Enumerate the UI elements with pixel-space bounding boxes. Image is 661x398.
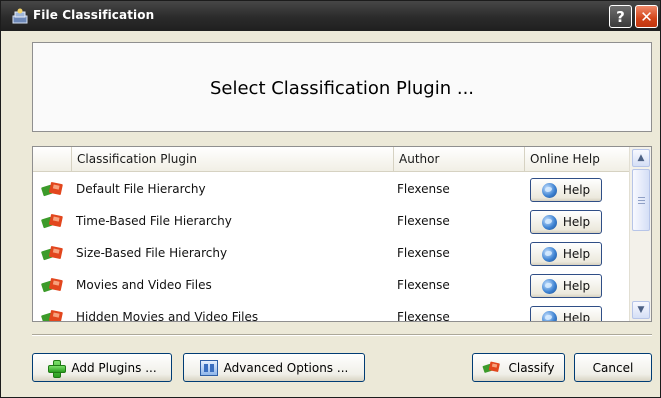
classify-button[interactable]: Classify <box>472 353 565 382</box>
globe-icon <box>541 182 557 198</box>
plugin-name: Hidden Movies and Video Files <box>76 310 259 322</box>
list-item[interactable]: Default File Hierarchy Flexense Help <box>33 174 629 206</box>
help-button[interactable]: Help <box>530 178 602 202</box>
grip-icon <box>637 196 645 204</box>
plugin-icon <box>41 310 63 321</box>
plugin-author: Flexense <box>397 278 450 292</box>
close-button[interactable]: ✕ <box>635 5 658 28</box>
plugin-name: Time-Based File Hierarchy <box>76 214 232 228</box>
add-plugins-label: Add Plugins ... <box>71 360 157 375</box>
plugin-icon <box>41 246 63 261</box>
plugin-author: Flexense <box>397 214 450 228</box>
help-button-label: Help <box>562 311 591 322</box>
plugin-author: Flexense <box>397 182 450 196</box>
plugin-icon <box>41 214 63 229</box>
column-header-author[interactable]: Author <box>393 147 524 172</box>
column-header-plugin[interactable]: Classification Plugin <box>71 147 393 172</box>
scroll-thumb[interactable] <box>632 169 650 231</box>
list-item[interactable]: Hidden Movies and Video Files Flexense H… <box>33 302 629 322</box>
list-item[interactable]: Size-Based File Hierarchy Flexense Help <box>33 238 629 270</box>
plugin-author: Flexense <box>397 246 450 260</box>
help-button[interactable]: Help <box>530 242 602 266</box>
globe-icon <box>541 214 557 230</box>
help-button-label: Help <box>562 183 591 197</box>
chevron-up-icon: ▲ <box>637 153 645 163</box>
globe-icon <box>541 246 557 262</box>
plus-icon <box>47 359 67 378</box>
chevron-down-icon: ▼ <box>637 305 645 315</box>
help-title-button[interactable]: ? <box>609 5 632 28</box>
title-bar[interactable]: File Classification ? ✕ <box>1 1 660 31</box>
header-panel: Select Classification Plugin ... <box>32 42 652 132</box>
options-icon <box>199 359 218 376</box>
list-item[interactable]: Time-Based File Hierarchy Flexense Help <box>33 206 629 238</box>
window-title: File Classification <box>33 8 155 22</box>
help-button[interactable]: Help <box>530 274 602 298</box>
add-plugins-button[interactable]: Add Plugins ... <box>32 353 172 382</box>
file-classification-window: File Classification ? ✕ Select Classific… <box>0 0 661 398</box>
classify-label: Classify <box>508 360 555 375</box>
list-header: Classification Plugin Author Online Help <box>33 147 629 172</box>
plugin-name: Size-Based File Hierarchy <box>76 246 228 260</box>
globe-icon <box>541 278 557 294</box>
plugin-list[interactable]: Classification Plugin Author Online Help… <box>32 146 652 322</box>
plugin-icon <box>483 361 501 373</box>
app-icon <box>12 8 28 24</box>
advanced-options-button[interactable]: Advanced Options ... <box>183 353 365 382</box>
column-header-help[interactable]: Online Help <box>524 147 629 172</box>
help-button-label: Help <box>562 279 591 293</box>
plugin-name: Movies and Video Files <box>76 278 212 292</box>
help-button[interactable]: Help <box>530 210 602 234</box>
help-button-label: Help <box>562 215 591 229</box>
vertical-scrollbar[interactable]: ▲ ▼ <box>629 147 651 321</box>
plugin-name: Default File Hierarchy <box>76 182 206 196</box>
globe-icon <box>541 310 557 321</box>
cancel-button[interactable]: Cancel <box>574 353 652 382</box>
plugin-author: Flexense <box>397 310 450 322</box>
advanced-options-label: Advanced Options ... <box>223 360 349 375</box>
separator <box>32 334 652 336</box>
header-title: Select Classification Plugin ... <box>209 77 475 99</box>
cancel-label: Cancel <box>592 360 634 375</box>
scroll-up-button[interactable]: ▲ <box>632 149 650 167</box>
list-item[interactable]: Movies and Video Files Flexense Help <box>33 270 629 302</box>
plugin-icon <box>41 182 63 197</box>
help-button[interactable]: Help <box>530 306 602 322</box>
help-button-label: Help <box>562 247 591 261</box>
scroll-down-button[interactable]: ▼ <box>632 301 650 319</box>
plugin-icon <box>41 278 63 293</box>
